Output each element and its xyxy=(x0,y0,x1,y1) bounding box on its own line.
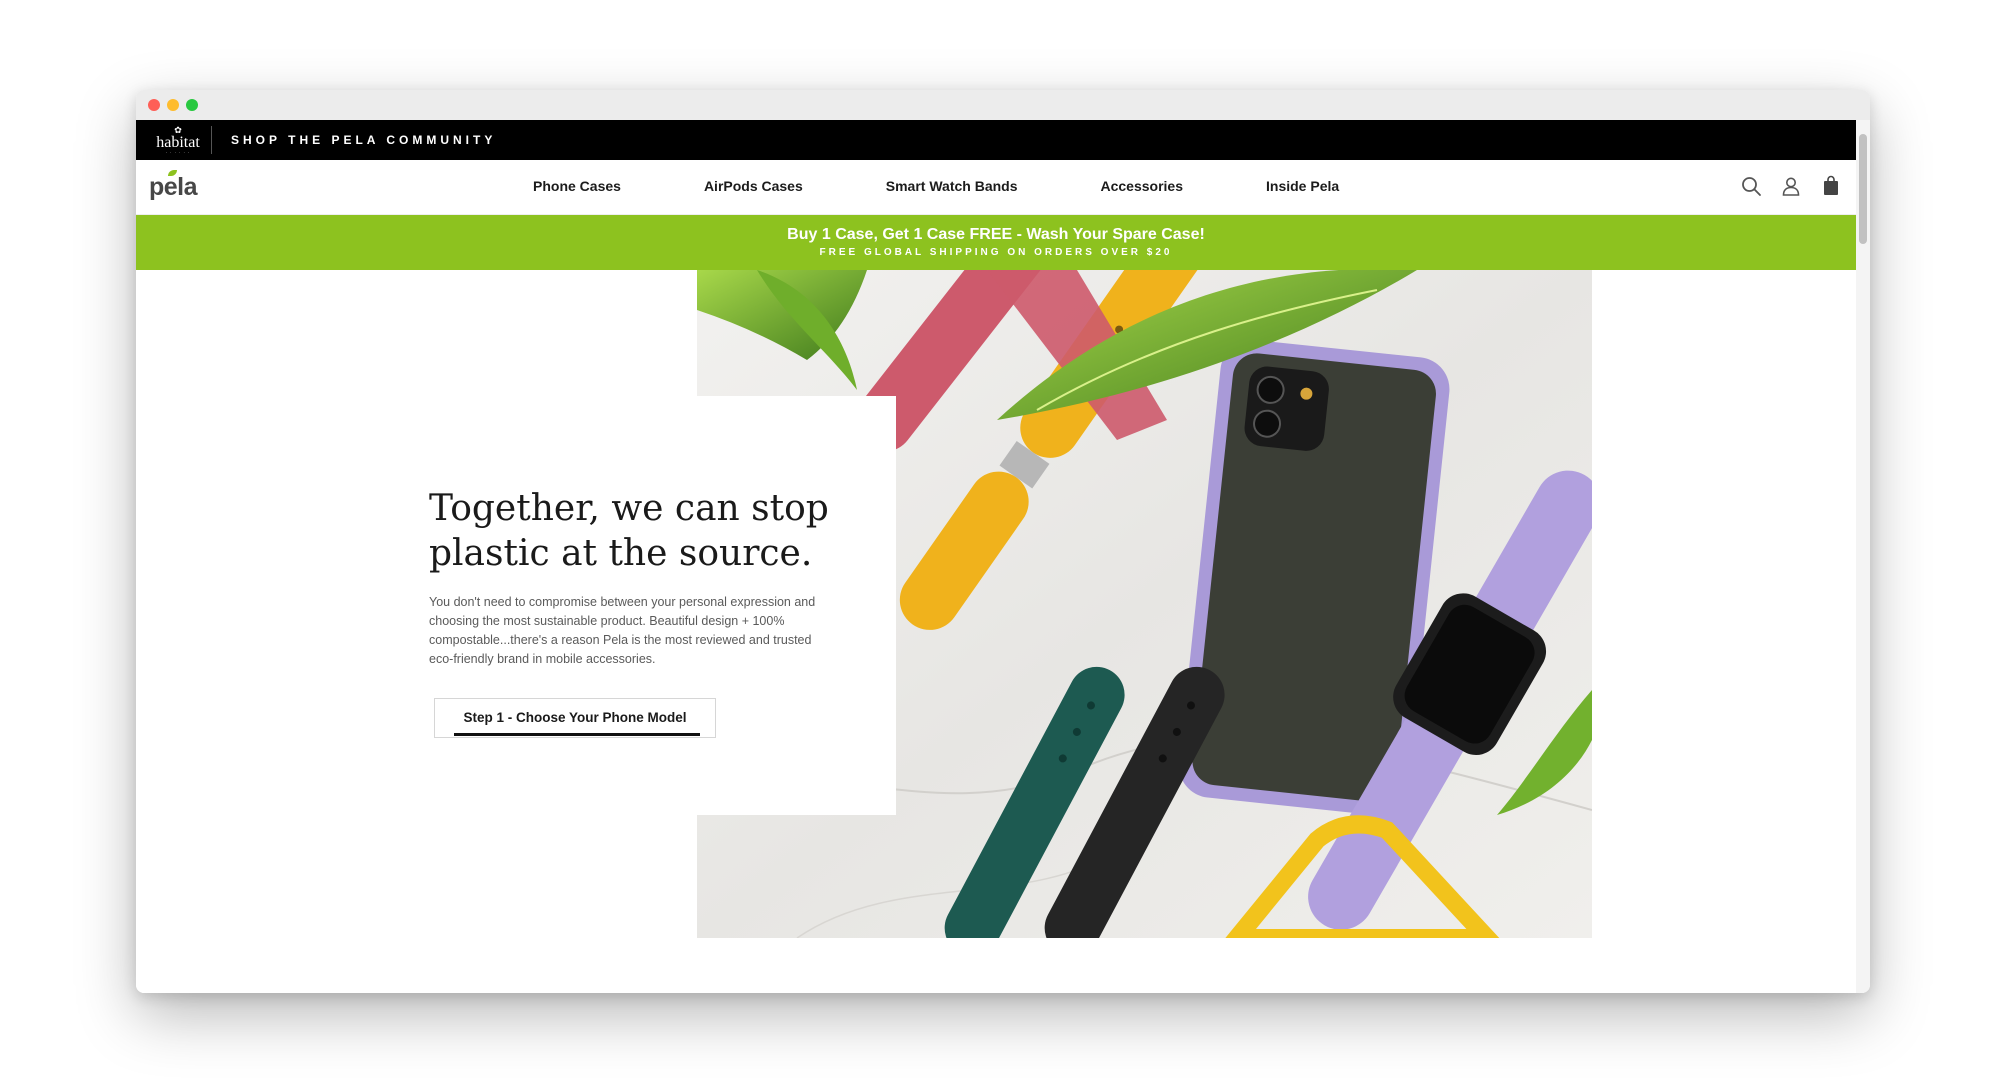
title-bar xyxy=(136,90,1870,120)
button-underline xyxy=(454,733,700,736)
cart-icon[interactable] xyxy=(1819,174,1843,198)
hero-description: You don't need to compromise between you… xyxy=(429,595,816,666)
promo-banner[interactable]: Buy 1 Case, Get 1 Case FREE - Wash Your … xyxy=(136,215,1856,270)
account-icon[interactable] xyxy=(1779,174,1803,198)
promo-subline: FREE GLOBAL SHIPPING ON ORDERS OVER $20 xyxy=(819,247,1173,258)
nav-accessories[interactable]: Accessories xyxy=(1101,178,1184,194)
hero-title: Together, we can stop plastic at the sou… xyxy=(429,488,829,574)
nav-icons xyxy=(1723,174,1843,198)
page-scrollbar[interactable] xyxy=(1856,120,1870,993)
browser-window: ✿ habitat · · · · · · SHOP THE PELA COMM… xyxy=(136,90,1870,993)
close-window-button[interactable] xyxy=(148,99,160,111)
promo-headline: Buy 1 Case, Get 1 Case FREE - Wash Your … xyxy=(787,226,1205,243)
habitat-tagline-mark: · · · · · · xyxy=(165,150,191,155)
minimize-window-button[interactable] xyxy=(167,99,179,111)
page-viewport: ✿ habitat · · · · · · SHOP THE PELA COMM… xyxy=(136,120,1856,993)
bar-divider xyxy=(211,126,212,154)
habitat-wordmark: habitat xyxy=(156,134,200,151)
habitat-logo[interactable]: ✿ habitat · · · · · · xyxy=(150,126,206,155)
main-navigation: pela Phone Cases AirPods Cases Smart Wat… xyxy=(136,160,1856,215)
choose-phone-model-label: Step 1 - Choose Your Phone Model xyxy=(463,710,687,725)
nav-phone-cases[interactable]: Phone Cases xyxy=(533,178,621,194)
hero-content-card: Together, we can stop plastic at the sou… xyxy=(376,396,896,815)
choose-phone-model-button[interactable]: Step 1 - Choose Your Phone Model xyxy=(434,698,716,738)
nav-smart-watch-bands[interactable]: Smart Watch Bands xyxy=(886,178,1018,194)
maximize-window-button[interactable] xyxy=(186,99,198,111)
community-bar: ✿ habitat · · · · · · SHOP THE PELA COMM… xyxy=(136,120,1856,160)
search-icon[interactable] xyxy=(1739,174,1763,198)
shop-community-link[interactable]: SHOP THE PELA COMMUNITY xyxy=(231,133,496,147)
pela-logo[interactable]: pela xyxy=(149,173,198,202)
scrollbar-thumb[interactable] xyxy=(1859,134,1867,244)
nav-links: Phone Cases AirPods Cases Smart Watch Ba… xyxy=(533,178,1422,194)
nav-airpods-cases[interactable]: AirPods Cases xyxy=(704,178,803,194)
nav-inside-pela[interactable]: Inside Pela xyxy=(1266,178,1339,194)
